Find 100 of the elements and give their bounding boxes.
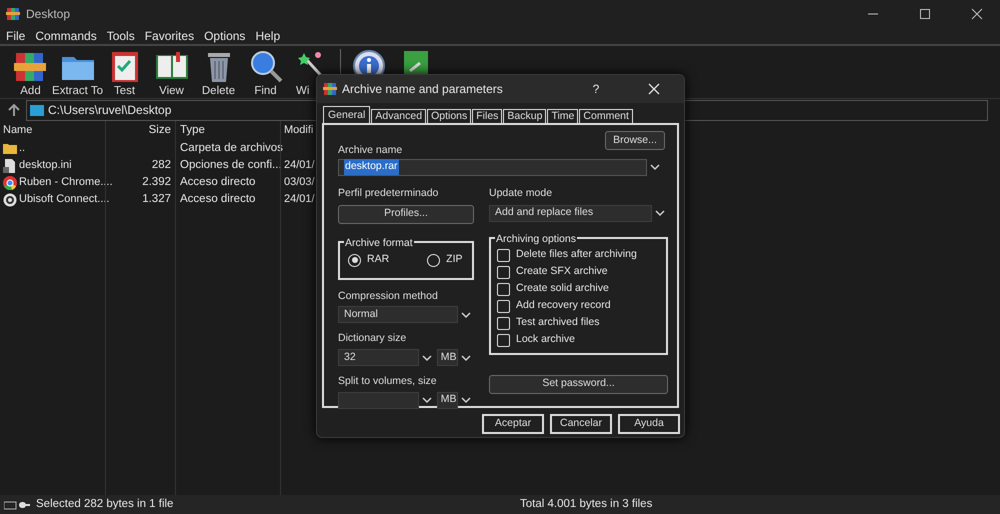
window-title: Desktop bbox=[26, 6, 72, 23]
menu-item[interactable]: Commands bbox=[35, 27, 97, 45]
checkbox-label[interactable]: Create SFX archive bbox=[516, 264, 608, 280]
menu-item[interactable]: Favorites bbox=[144, 27, 194, 45]
checkbox[interactable] bbox=[497, 282, 510, 296]
field-value: Add and replace files bbox=[495, 205, 594, 220]
field-value: MB bbox=[440, 350, 457, 365]
archive-name-field[interactable]: desktop.rar bbox=[338, 158, 648, 176]
file-type: Carpeta de archivos bbox=[180, 142, 283, 154]
file-name[interactable]: desktop.ini bbox=[19, 157, 72, 174]
dialog-button[interactable]: Aceptar bbox=[482, 414, 544, 434]
dialog-button[interactable]: Ayuda bbox=[618, 414, 680, 434]
checkbox[interactable] bbox=[497, 300, 510, 312]
dropdown-chevron-icon[interactable] bbox=[654, 208, 666, 218]
field-label: Compression method bbox=[338, 288, 439, 304]
toolbar-button[interactable]: View bbox=[148, 49, 195, 100]
file-size: 2.392 bbox=[142, 176, 171, 188]
menu-item[interactable]: Help bbox=[255, 27, 280, 45]
toolbar-button[interactable]: Extract To bbox=[54, 49, 101, 100]
menu-item[interactable]: File bbox=[6, 27, 26, 45]
radio-label[interactable]: ZIP bbox=[446, 252, 463, 268]
tab[interactable]: Comment bbox=[579, 109, 633, 123]
field-value: Normal bbox=[344, 306, 378, 322]
split-size-field[interactable] bbox=[338, 392, 420, 409]
dropdown-chevron-icon[interactable] bbox=[420, 352, 433, 362]
file-type: Opciones de confi... bbox=[180, 158, 282, 171]
browse-button[interactable]: Browse... bbox=[605, 131, 665, 150]
folder-icon bbox=[3, 142, 17, 156]
file-type: Acceso directo bbox=[180, 192, 256, 205]
field-value: MB bbox=[440, 392, 457, 408]
radio-button[interactable] bbox=[348, 254, 361, 266]
unit-select[interactable]: MB bbox=[436, 349, 458, 366]
up-arrow-icon[interactable] bbox=[8, 103, 20, 117]
field-label: Archive name bbox=[338, 143, 404, 158]
dropdown-chevron-icon[interactable] bbox=[460, 310, 472, 320]
set-password-button[interactable]: Set password... bbox=[489, 374, 668, 394]
update-mode-select[interactable]: Add and replace files bbox=[489, 204, 652, 222]
tab[interactable]: Options bbox=[427, 109, 472, 123]
field-label: Split to volumes, size bbox=[338, 374, 438, 389]
tab[interactable]: Advanced bbox=[371, 109, 426, 123]
tab[interactable]: Files bbox=[472, 109, 502, 123]
dropdown-chevron-icon[interactable] bbox=[420, 395, 433, 406]
toolbar-button[interactable]: Add bbox=[7, 49, 54, 100]
file-name[interactable]: Ruben - Chrome.... bbox=[19, 174, 113, 191]
file-date: 24/01/ bbox=[284, 193, 315, 206]
file-size: 282 bbox=[152, 158, 171, 171]
status-text: Selected 282 bytes in 1 file bbox=[36, 496, 174, 512]
radio-button[interactable] bbox=[427, 254, 440, 266]
browser-icon bbox=[3, 176, 17, 190]
dropdown-chevron-icon[interactable] bbox=[649, 162, 662, 172]
dialog-title: Archive name and parameters bbox=[342, 81, 504, 98]
file-size: 1.327 bbox=[142, 192, 171, 205]
file-date: 03/03/ bbox=[284, 176, 315, 188]
checkbox[interactable] bbox=[497, 334, 510, 346]
field-label: Dictionary size bbox=[338, 331, 408, 346]
toolbar-button[interactable]: Delete bbox=[195, 49, 242, 100]
checkbox-label[interactable]: Create solid archive bbox=[516, 281, 609, 297]
help-button[interactable]: ? bbox=[573, 75, 619, 103]
unit-select[interactable]: MB bbox=[436, 392, 458, 409]
file-name[interactable]: .. bbox=[19, 140, 26, 157]
checkbox[interactable] bbox=[497, 316, 510, 330]
status-text: Total 4.001 bytes in 3 files bbox=[520, 496, 652, 512]
maximize-button[interactable] bbox=[919, 8, 931, 20]
checkbox-label[interactable]: Delete files after archiving bbox=[516, 247, 637, 263]
dropdown-chevron-icon[interactable] bbox=[460, 395, 472, 406]
app-logo-icon bbox=[323, 81, 337, 97]
desktop-icon bbox=[30, 104, 44, 116]
address-text: C:\Users\ruvel\Desktop bbox=[48, 102, 172, 119]
group-label: Archiving options bbox=[495, 232, 577, 248]
file-type: Acceso directo bbox=[180, 176, 256, 188]
checkbox[interactable] bbox=[497, 266, 510, 278]
menu-item[interactable]: Tools bbox=[106, 27, 135, 45]
field-label: Update mode bbox=[489, 186, 554, 201]
field-value: desktop.rar bbox=[344, 159, 399, 176]
toolbar-button[interactable]: Test bbox=[101, 49, 148, 100]
tab[interactable]: Backup bbox=[503, 109, 546, 123]
dropdown-chevron-icon[interactable] bbox=[460, 352, 472, 362]
toolbar-button[interactable]: Find bbox=[242, 49, 289, 100]
close-button[interactable] bbox=[971, 8, 983, 20]
field-label: Perfil predeterminado bbox=[338, 186, 440, 201]
menu-item[interactable]: Options bbox=[204, 27, 246, 45]
file-icon bbox=[3, 158, 17, 172]
checkbox-label[interactable]: Lock archive bbox=[516, 332, 575, 348]
dialog-button[interactable]: Cancelar bbox=[550, 414, 612, 434]
checkbox-label[interactable]: Test archived files bbox=[516, 315, 600, 331]
radio-label[interactable]: RAR bbox=[367, 252, 390, 268]
profiles-button[interactable]: Profiles... bbox=[338, 204, 474, 224]
checkbox[interactable] bbox=[497, 248, 510, 262]
column-header[interactable]: Size bbox=[105, 122, 175, 140]
column-header[interactable]: Name bbox=[0, 122, 105, 139]
file-name[interactable]: Ubisoft Connect.... bbox=[19, 191, 110, 208]
tab[interactable]: General bbox=[323, 106, 370, 123]
compression-select[interactable]: Normal bbox=[338, 306, 458, 324]
tab[interactable]: Time bbox=[547, 109, 578, 123]
column-header[interactable]: Type bbox=[175, 122, 280, 140]
dictionary-size-field[interactable]: 32 bbox=[338, 349, 420, 366]
checkbox-label[interactable]: Add recovery record bbox=[516, 298, 611, 314]
ring-icon bbox=[3, 192, 17, 206]
close-button[interactable] bbox=[648, 83, 660, 95]
drive-icon bbox=[4, 500, 30, 510]
